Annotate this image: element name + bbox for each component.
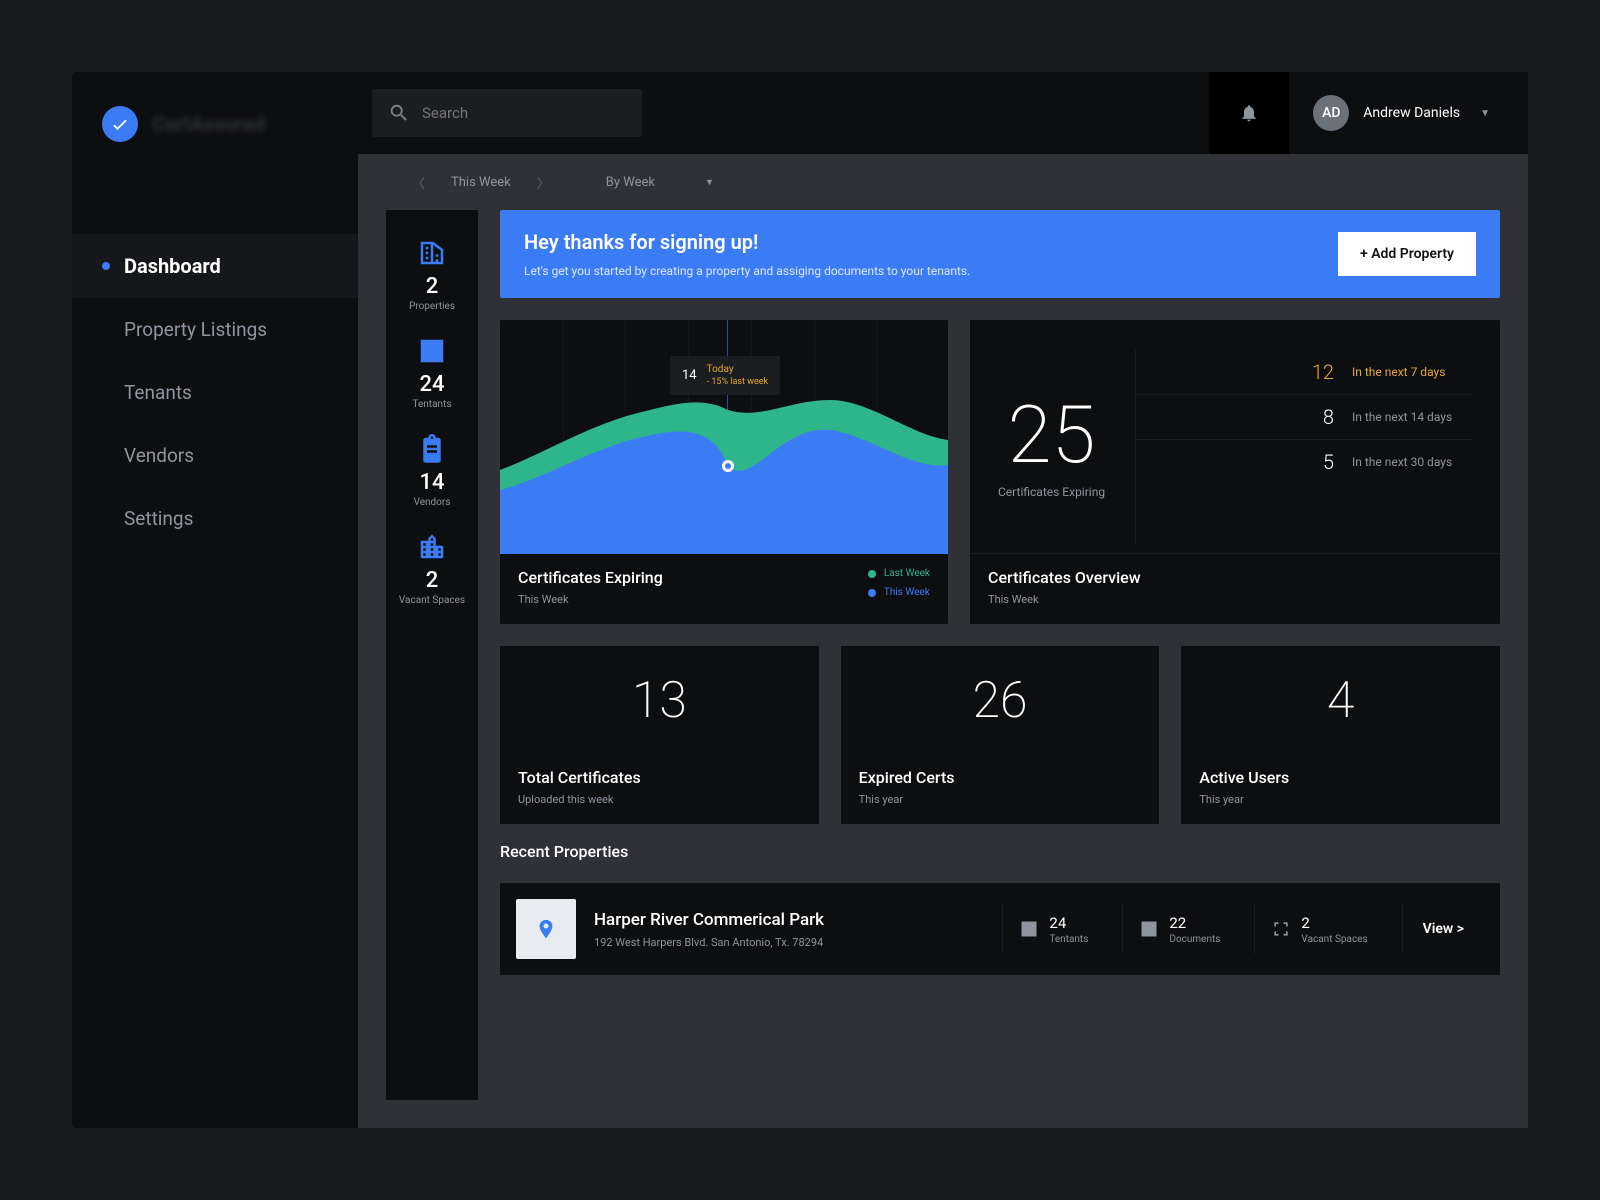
banner-subtitle: Let's get you started by creating a prop… bbox=[524, 264, 970, 278]
stat-tenants: 24 Tentants bbox=[386, 326, 478, 424]
overview-big-label: Certificates Expiring bbox=[998, 485, 1105, 499]
property-stat-tenants: 24Tentants bbox=[1002, 904, 1104, 954]
overview-row: 5 In the next 30 days bbox=[1136, 440, 1472, 484]
search-icon bbox=[388, 102, 410, 124]
property-stat-documents: 22Documents bbox=[1122, 904, 1236, 954]
view-property-button[interactable]: View > bbox=[1402, 904, 1484, 954]
check-icon bbox=[102, 106, 138, 142]
property-address: 192 West Harpers Blvd. San Antonio, Tx. … bbox=[594, 936, 984, 949]
nav-label: Dashboard bbox=[124, 254, 221, 278]
search-input[interactable] bbox=[422, 104, 626, 122]
property-row: Harper River Commerical Park 192 West Ha… bbox=[500, 883, 1500, 975]
group-by-label: By Week bbox=[606, 175, 655, 190]
banner-title: Hey thanks for signing up! bbox=[524, 230, 970, 254]
prev-range-button[interactable]: 〈 bbox=[404, 169, 433, 196]
group-by-select[interactable]: By Week ▼ bbox=[606, 175, 714, 190]
chevron-down-icon: ▼ bbox=[705, 177, 714, 188]
chart-title: Certificates Expiring bbox=[518, 568, 663, 587]
notifications-button[interactable] bbox=[1209, 72, 1289, 154]
property-thumbnail bbox=[516, 899, 576, 959]
sidebar-item-listings[interactable]: Property Listings bbox=[72, 298, 358, 361]
chart-tooltip: 14 Today - 15% last week bbox=[670, 356, 780, 395]
overview-row: 12 In the next 7 days bbox=[1136, 350, 1472, 395]
property-stat-vacant: 2Vacant Spaces bbox=[1254, 904, 1383, 954]
sidebar-item-dashboard[interactable]: Dashboard bbox=[72, 234, 358, 298]
overview-row: 8 In the next 14 days bbox=[1136, 395, 1472, 440]
user-name: Andrew Daniels bbox=[1363, 105, 1460, 121]
metric-active-users: 4 Active Users This year bbox=[1181, 646, 1500, 824]
bell-icon bbox=[1239, 103, 1259, 123]
welcome-banner: Hey thanks for signing up! Let's get you… bbox=[500, 210, 1500, 298]
next-range-button[interactable]: 〉 bbox=[529, 169, 558, 196]
stat-properties: 2 Properties bbox=[386, 228, 478, 326]
metric-total-certificates: 13 Total Certificates Uploaded this week bbox=[500, 646, 819, 824]
sidebar-item-vendors[interactable]: Vendors bbox=[72, 424, 358, 487]
nav-label: Tenants bbox=[124, 381, 192, 404]
city-icon bbox=[417, 532, 447, 562]
user-menu[interactable]: AD Andrew Daniels ▼ bbox=[1289, 95, 1514, 131]
overview-title: Certificates Overview bbox=[988, 568, 1482, 587]
document-icon bbox=[1139, 919, 1159, 939]
metric-expired-certs: 26 Expired Certs This year bbox=[841, 646, 1160, 824]
overview-subtitle: This Week bbox=[988, 593, 1482, 606]
nav-label: Settings bbox=[124, 507, 193, 530]
logo-text: CertAssured bbox=[152, 112, 265, 136]
chevron-down-icon: ▼ bbox=[1480, 108, 1490, 119]
search-input-wrap[interactable] bbox=[372, 89, 642, 137]
person-icon bbox=[1019, 919, 1039, 939]
nav-label: Vendors bbox=[124, 444, 194, 467]
overview-big-number: 25 bbox=[1008, 395, 1096, 475]
stat-vacant: 2 Vacant Spaces bbox=[386, 522, 478, 620]
section-title-recent: Recent Properties bbox=[500, 842, 1500, 861]
person-icon bbox=[417, 336, 447, 366]
crop-icon bbox=[1271, 919, 1291, 939]
clipboard-icon bbox=[417, 434, 447, 464]
avatar: AD bbox=[1313, 95, 1349, 131]
logo: CertAssured bbox=[72, 94, 358, 154]
building-icon bbox=[417, 238, 447, 268]
add-property-button[interactable]: + Add Property bbox=[1338, 232, 1476, 276]
chart-marker bbox=[722, 460, 734, 472]
sidebar-item-settings[interactable]: Settings bbox=[72, 487, 358, 550]
sidebar-item-tenants[interactable]: Tenants bbox=[72, 361, 358, 424]
chart-subtitle: This Week bbox=[518, 593, 663, 606]
stat-vendors: 14 Vendors bbox=[386, 424, 478, 522]
chart-certificates-expiring: 14 Today - 15% last week Certificates Ex… bbox=[500, 320, 948, 624]
property-name: Harper River Commerical Park bbox=[594, 910, 984, 930]
nav-label: Property Listings bbox=[124, 318, 267, 341]
card-certificates-overview: 25 Certificates Expiring 12 In the next … bbox=[970, 320, 1500, 624]
chart-legend: Last Week This Week bbox=[868, 568, 930, 598]
time-range-label: This Week bbox=[441, 175, 521, 190]
